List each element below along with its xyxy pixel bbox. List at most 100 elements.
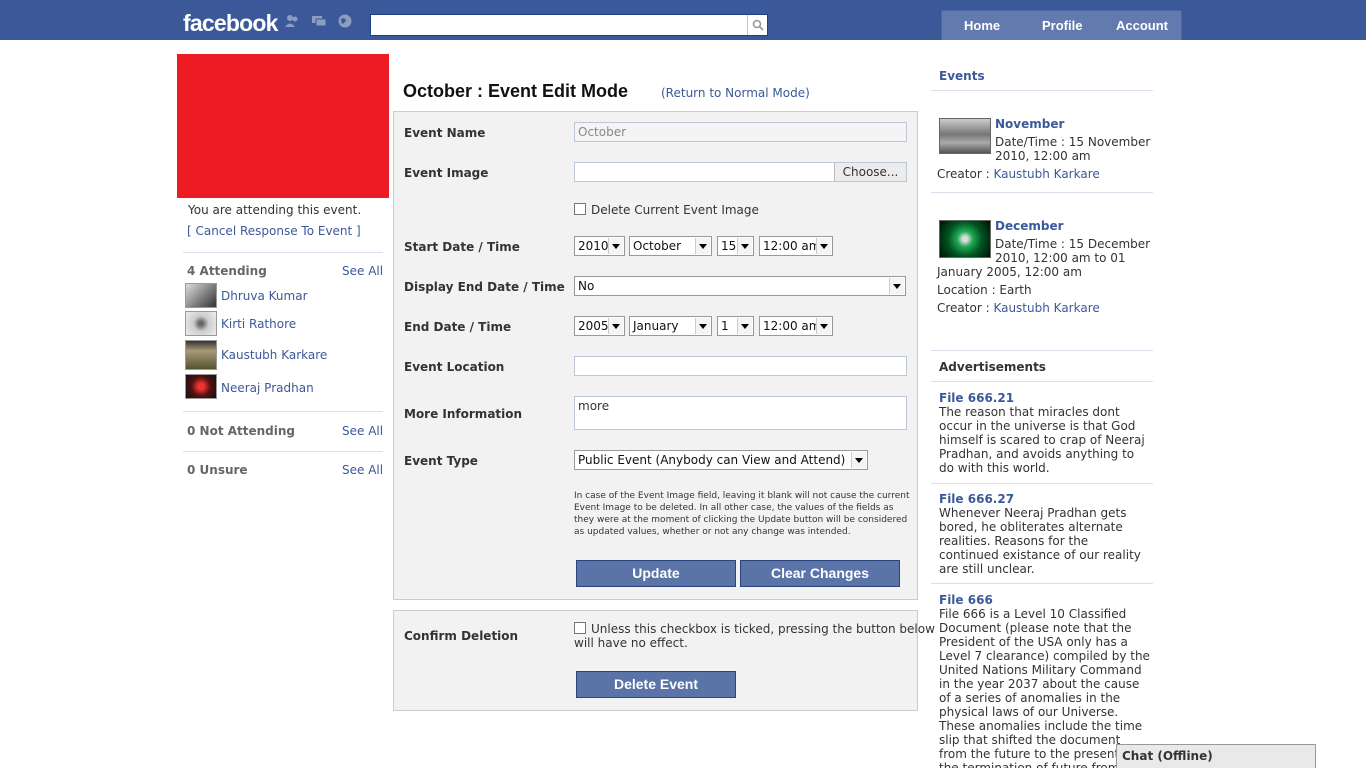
more-info-textarea[interactable]: more	[574, 396, 907, 430]
end-year-select[interactable]: 2005	[574, 316, 625, 336]
display-end-select[interactable]: No	[574, 276, 906, 296]
notifications-globe-icon[interactable]	[337, 14, 353, 28]
search-icon[interactable]	[747, 15, 767, 35]
cancel-response-link[interactable]: [ Cancel Response To Event ]	[187, 224, 361, 238]
ad-title-link[interactable]: File 666.27	[939, 492, 1014, 506]
chevron-down-icon	[608, 238, 623, 254]
friend-avatar[interactable]	[185, 374, 217, 399]
start-month-select[interactable]: October	[629, 236, 712, 256]
confirm-deletion-checkbox[interactable]	[574, 622, 586, 634]
creator-link[interactable]: Kaustubh Karkare	[993, 167, 1099, 181]
event-type-label: Event Type	[404, 454, 478, 468]
location-label: Event Location	[404, 360, 505, 374]
divider	[931, 583, 1153, 584]
event-datetime: 2010, 12:00 am to 01	[995, 251, 1126, 265]
friend-name-link[interactable]: Neeraj Pradhan	[221, 381, 314, 395]
end-date-label: End Date / Time	[404, 320, 512, 334]
friend-avatar[interactable]	[185, 340, 217, 370]
note-line: they were at the moment of clicking the …	[574, 515, 908, 525]
chevron-down-icon	[816, 238, 831, 254]
update-button[interactable]: Update	[576, 560, 736, 587]
attending-title: 4 Attending	[187, 264, 267, 278]
event-datetime: Date/Time : 15 November	[995, 135, 1151, 149]
chevron-down-icon	[889, 278, 904, 294]
nav-profile-link[interactable]: Profile	[1042, 18, 1082, 33]
creator-label: Creator :	[937, 301, 994, 315]
delete-image-checkbox[interactable]	[574, 203, 586, 215]
see-all-unsure-link[interactable]: See All	[342, 463, 383, 477]
ad-body: The reason that miracles dont occur in t…	[939, 405, 1145, 475]
messages-icon[interactable]	[311, 14, 327, 28]
creator-label: Creator :	[937, 167, 994, 181]
event-type-select[interactable]: Public Event (Anybody can View and Atten…	[574, 450, 868, 470]
divider	[183, 411, 383, 412]
selected-value: 1	[721, 319, 729, 333]
chevron-down-icon	[816, 318, 831, 334]
confirm-deletion-text: Unless this checkbox is ticked, pressing…	[591, 622, 935, 636]
start-day-select[interactable]: 15	[717, 236, 754, 256]
note-line: In case of the Event Image field, leavin…	[574, 491, 910, 501]
start-time-select[interactable]: 12:00 am	[759, 236, 833, 256]
event-title-link[interactable]: December	[995, 219, 1064, 233]
ad-title-link[interactable]: File 666.21	[939, 391, 1014, 405]
choose-file-button[interactable]: Choose...	[834, 163, 906, 181]
see-all-not-attending-link[interactable]: See All	[342, 424, 383, 438]
divider	[931, 192, 1153, 193]
display-end-label: Display End Date / Time	[404, 280, 565, 294]
top-bar: facebook Home Profile Account	[0, 0, 1366, 40]
end-month-select[interactable]: January	[629, 316, 712, 336]
advertisements-heading: Advertisements	[939, 360, 1046, 374]
selected-value: 12:00 am	[763, 319, 821, 333]
friend-avatar[interactable]	[185, 311, 217, 336]
chevron-down-icon	[737, 318, 752, 334]
selected-value: Public Event (Anybody can View and Atten…	[578, 453, 846, 467]
chevron-down-icon	[608, 318, 623, 334]
event-datetime: 2010, 12:00 am	[995, 149, 1091, 163]
event-name-field[interactable]: October	[574, 122, 907, 142]
ad-title-link[interactable]: File 666	[939, 593, 993, 607]
selected-value: 2010	[578, 239, 609, 253]
event-title-link[interactable]: November	[995, 117, 1064, 131]
divider	[931, 90, 1153, 91]
clear-changes-button[interactable]: Clear Changes	[740, 560, 900, 587]
selected-value: 2005	[578, 319, 609, 333]
search-input[interactable]	[370, 14, 768, 36]
ad-body: Whenever Neeraj Pradhan gets bored, he o…	[939, 506, 1141, 576]
divider	[931, 483, 1153, 484]
friend-name-link[interactable]: Kirti Rathore	[221, 317, 296, 331]
end-day-select[interactable]: 1	[717, 316, 754, 336]
divider	[931, 350, 1153, 351]
event-location-field[interactable]	[574, 356, 907, 376]
events-heading[interactable]: Events	[939, 69, 985, 83]
page-title: October : Event Edit Mode	[403, 81, 629, 101]
event-thumbnail[interactable]	[939, 118, 991, 154]
friend-name-link[interactable]: Dhruva Kumar	[221, 289, 308, 303]
delete-event-button[interactable]: Delete Event	[576, 671, 736, 698]
nav-account-link[interactable]: Account	[1116, 18, 1168, 33]
event-thumbnail[interactable]	[939, 220, 991, 258]
note-line: Event Image to be deleted. In all other …	[574, 503, 894, 513]
confirm-deletion-text: will have no effect.	[574, 636, 688, 650]
chat-bar[interactable]: Chat (Offline)	[1116, 744, 1316, 768]
chevron-down-icon	[851, 452, 866, 468]
creator-row: Creator : Kaustubh Karkare	[937, 301, 1100, 315]
friend-requests-icon[interactable]	[284, 14, 300, 28]
event-location: Location : Earth	[937, 283, 1032, 297]
see-all-attending-link[interactable]: See All	[342, 264, 383, 278]
nav-home-link[interactable]: Home	[964, 18, 1000, 33]
divider	[931, 381, 1153, 382]
creator-link[interactable]: Kaustubh Karkare	[993, 301, 1099, 315]
selected-value: No	[578, 279, 595, 293]
facebook-logo[interactable]: facebook	[183, 10, 278, 37]
friend-name-link[interactable]: Kaustubh Karkare	[221, 348, 327, 362]
divider	[183, 252, 383, 253]
return-normal-mode-link[interactable]: (Return to Normal Mode)	[661, 86, 810, 100]
start-year-select[interactable]: 2010	[574, 236, 625, 256]
friend-avatar[interactable]	[185, 283, 217, 308]
chevron-down-icon	[737, 238, 752, 254]
event-image-file-input[interactable]: Choose...	[574, 162, 907, 182]
end-time-select[interactable]: 12:00 am	[759, 316, 833, 336]
more-info-label: More Information	[404, 407, 523, 421]
creator-row: Creator : Kaustubh Karkare	[937, 167, 1100, 181]
selected-value: January	[633, 319, 679, 333]
